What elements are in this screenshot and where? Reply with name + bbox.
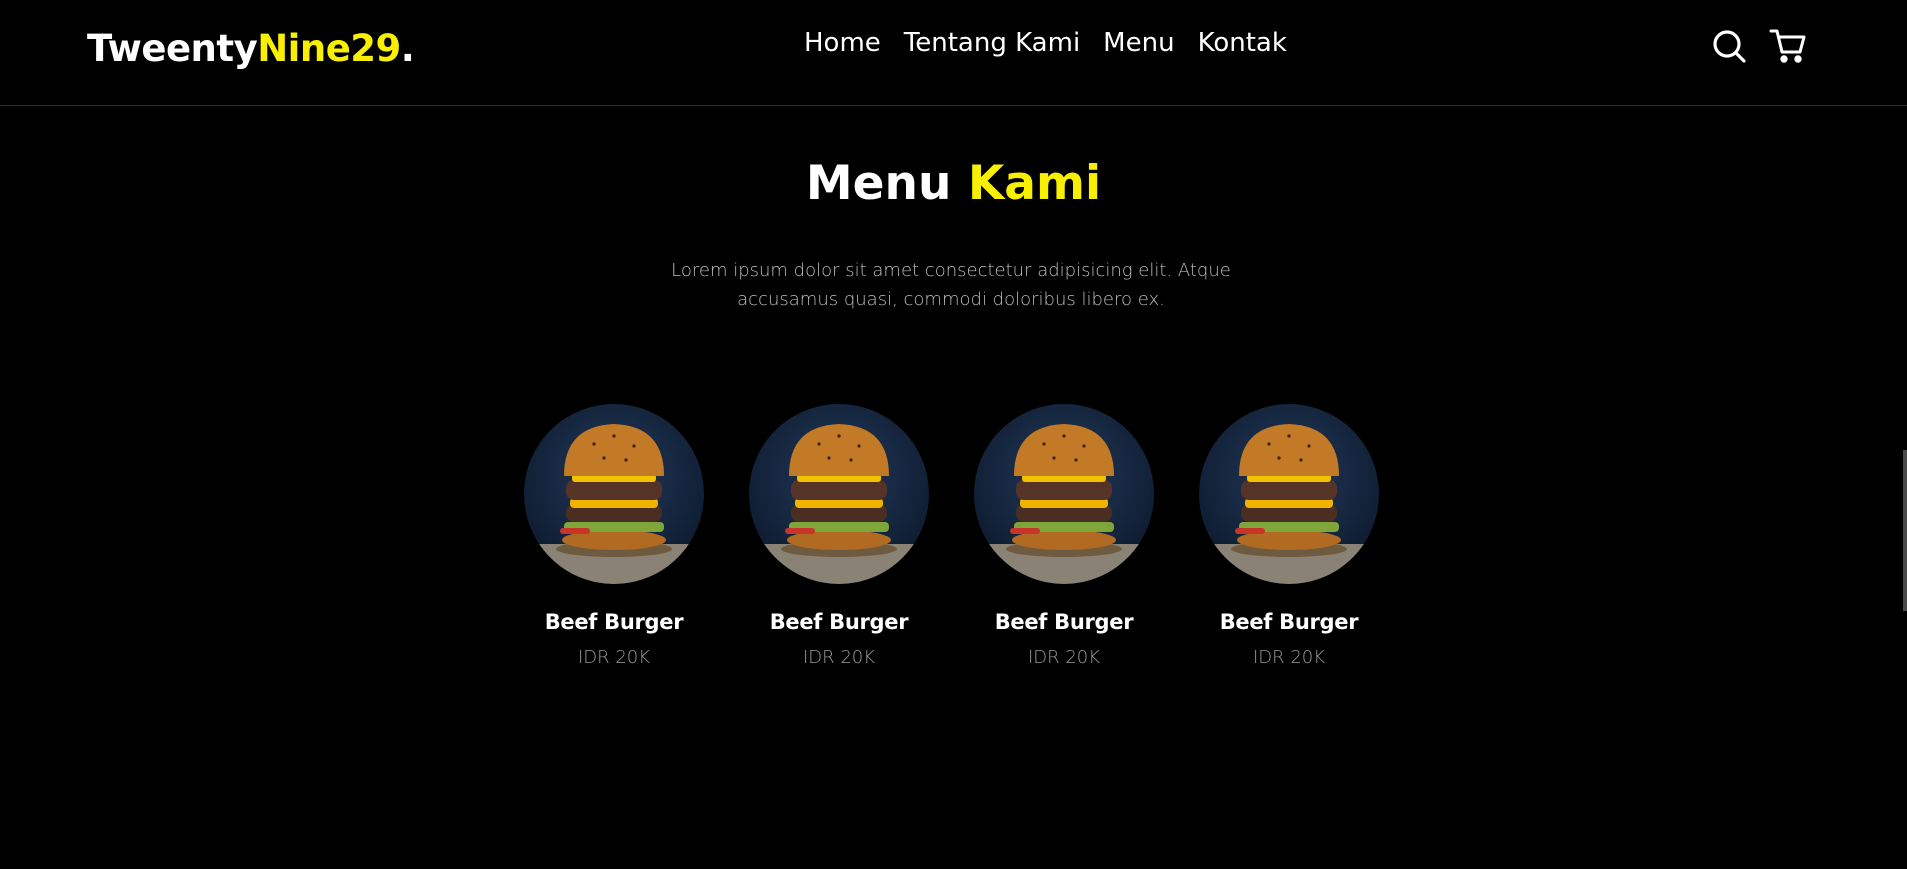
section-title-main: Menu <box>805 156 952 211</box>
menu-item-price: IDR 20K <box>1252 647 1326 668</box>
menu-item-name: Beef Burger <box>544 610 684 634</box>
burger-image <box>524 404 704 584</box>
menu-list: Beef Burger IDR 20K Beef Burger IDR 20K … <box>524 404 1379 668</box>
menu-item-name: Beef Burger <box>769 610 909 634</box>
menu-item-price: IDR 20K <box>577 647 651 668</box>
menu-item-price: IDR 20K <box>802 647 876 668</box>
brand-dot: . <box>400 27 415 70</box>
navbar: TweentyNine29. Home Tentang Kami Menu Ko… <box>0 0 1907 106</box>
burger-image <box>749 404 929 584</box>
nav-link-tentang-kami[interactable]: Tentang Kami <box>904 28 1080 58</box>
search-icon[interactable] <box>1711 28 1747 64</box>
brand-logo[interactable]: TweentyNine29. <box>87 27 415 70</box>
nav-link-kontak[interactable]: Kontak <box>1198 28 1287 58</box>
nav-link-menu[interactable]: Menu <box>1103 28 1174 58</box>
main-nav: Home Tentang Kami Menu Kontak <box>804 28 1287 58</box>
brand-name-main: Tweenty <box>87 27 258 70</box>
section-description: Lorem ipsum dolor sit amet consectetur a… <box>671 260 1231 310</box>
section-title-accent: Kami <box>967 156 1102 211</box>
menu-card[interactable]: Beef Burger IDR 20K <box>974 404 1154 668</box>
menu-item-price: IDR 20K <box>1027 647 1101 668</box>
menu-card[interactable]: Beef Burger IDR 20K <box>524 404 704 668</box>
menu-item-name: Beef Burger <box>994 610 1134 634</box>
cart-icon[interactable] <box>1769 27 1807 65</box>
menu-card[interactable]: Beef Burger IDR 20K <box>749 404 929 668</box>
menu-item-name: Beef Burger <box>1219 610 1359 634</box>
nav-link-home[interactable]: Home <box>804 28 881 58</box>
burger-image <box>974 404 1154 584</box>
section-title: Menu Kami <box>0 156 1907 211</box>
scrollbar-thumb[interactable] <box>1903 450 1907 611</box>
brand-name-accent: Nine29 <box>257 27 401 70</box>
menu-card[interactable]: Beef Burger IDR 20K <box>1199 404 1379 668</box>
burger-image <box>1199 404 1379 584</box>
